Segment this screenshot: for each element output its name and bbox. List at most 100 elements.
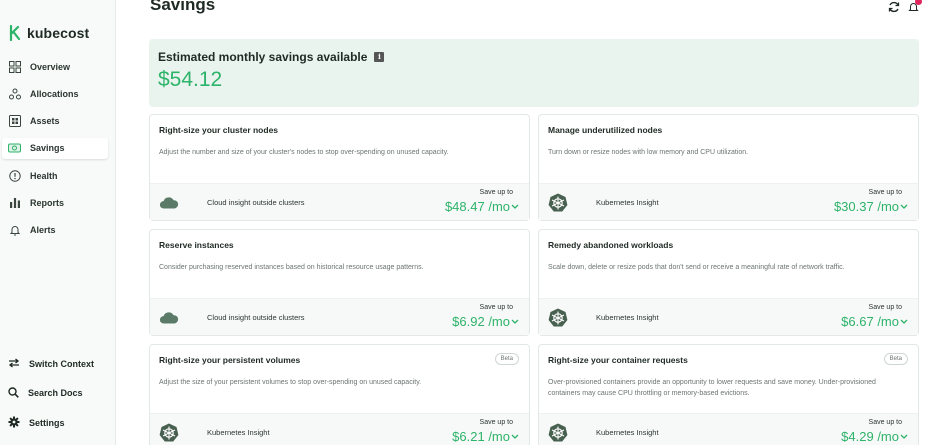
sidebar-item-health[interactable]: Health bbox=[2, 165, 108, 186]
summary-title: Estimated monthly savings available i bbox=[158, 50, 385, 64]
search-icon bbox=[8, 386, 19, 400]
search-docs-label: Search Docs bbox=[28, 388, 83, 398]
save-up-to-label: Save up to bbox=[868, 419, 902, 426]
save-up-to-label: Save up to bbox=[479, 189, 513, 196]
save-up-to-label: Save up to bbox=[479, 419, 513, 426]
sidebar-item-allocations[interactable]: Allocations bbox=[2, 83, 108, 104]
savings-value[interactable]: $6.67 /mo bbox=[841, 314, 908, 329]
sidebar: kubecost Overview Allocations Assets Sav… bbox=[0, 0, 116, 445]
sidebar-item-overview[interactable]: Overview bbox=[2, 56, 108, 77]
kubernetes-icon bbox=[548, 423, 568, 443]
page-title: Savings bbox=[150, 0, 216, 14]
card-footer: Kubernetes Insight Save up to $30.37 /mo bbox=[539, 183, 918, 220]
summary-value: $54.12 bbox=[158, 68, 223, 91]
bell-icon bbox=[8, 224, 21, 237]
insight-label: Cloud insight outside clusters bbox=[207, 198, 305, 207]
sidebar-item-reports[interactable]: Reports bbox=[2, 192, 108, 213]
savings-value-text: $6.21 /mo bbox=[452, 429, 510, 444]
card-title: Right-size your container requests bbox=[548, 355, 688, 365]
beta-badge: Beta bbox=[494, 353, 519, 365]
save-up-to-label: Save up to bbox=[868, 189, 902, 196]
cloud-icon bbox=[159, 193, 179, 213]
savings-card-cluster-nodes[interactable]: Right-size your cluster nodes Adjust the… bbox=[149, 114, 530, 221]
chevron-down-icon bbox=[900, 204, 908, 209]
card-title: Manage underutilized nodes bbox=[548, 125, 663, 135]
assets-icon bbox=[8, 115, 21, 128]
kubecost-logo[interactable]: kubecost bbox=[9, 25, 89, 41]
savings-value[interactable]: $6.21 /mo bbox=[452, 429, 519, 444]
chevron-down-icon bbox=[900, 319, 908, 324]
sidebar-item-label: Health bbox=[30, 170, 58, 181]
save-up-to-label: Save up to bbox=[868, 304, 902, 311]
card-footer: Cloud insight outside clusters Save up t… bbox=[150, 298, 529, 335]
savings-value[interactable]: $48.47 /mo bbox=[445, 199, 519, 214]
save-up-to-label: Save up to bbox=[479, 304, 513, 311]
savings-card-container-requests[interactable]: Right-size your container requests Beta … bbox=[538, 344, 919, 445]
card-description: Adjust the number and size of your clust… bbox=[159, 149, 449, 156]
sidebar-item-label: Overview bbox=[30, 61, 71, 72]
savings-value-text: $4.29 /mo bbox=[841, 429, 899, 444]
card-footer: Kubernetes Insight Save up to $6.67 /mo bbox=[539, 298, 918, 335]
gear-icon bbox=[8, 416, 20, 430]
card-title: Reserve instances bbox=[159, 240, 234, 250]
insight-label: Cloud insight outside clusters bbox=[207, 313, 305, 322]
info-icon[interactable]: i bbox=[374, 52, 385, 62]
savings-value-text: $6.67 /mo bbox=[841, 314, 899, 329]
savings-card-reserve-instances[interactable]: Reserve instances Consider purchasing re… bbox=[149, 229, 530, 336]
card-footer: Kubernetes Insight Save up to $4.29 /mo bbox=[539, 413, 918, 445]
insight-label: Kubernetes Insight bbox=[596, 198, 659, 207]
kubernetes-icon bbox=[548, 308, 568, 328]
chevron-down-icon bbox=[511, 434, 519, 439]
sidebar-item-savings[interactable]: Savings bbox=[2, 137, 108, 159]
chevron-down-icon bbox=[511, 204, 519, 209]
chevron-down-icon bbox=[900, 434, 908, 439]
sidebar-item-assets[interactable]: Assets bbox=[2, 111, 108, 132]
savings-card-persistent-volumes[interactable]: Right-size your persistent volumes Beta … bbox=[149, 344, 530, 445]
card-footer: Cloud insight outside clusters Save up t… bbox=[150, 183, 529, 220]
switch-icon bbox=[8, 357, 20, 370]
top-actions bbox=[888, 0, 922, 18]
savings-summary: Estimated monthly savings available i $5… bbox=[149, 39, 919, 107]
savings-value-text: $30.37 /mo bbox=[833, 199, 899, 214]
insight-label: Kubernetes Insight bbox=[596, 313, 659, 322]
card-description: Consider purchasing reserved instances b… bbox=[159, 264, 424, 271]
sidebar-item-label: Alerts bbox=[30, 225, 56, 236]
savings-card-abandoned-workloads[interactable]: Remedy abandoned workloads Scale down, d… bbox=[538, 229, 919, 336]
card-footer: Kubernetes Insight Save up to $6.21 /mo bbox=[150, 413, 529, 445]
card-title: Right-size your cluster nodes bbox=[159, 125, 279, 135]
summary-title-text: Estimated monthly savings available bbox=[158, 50, 368, 64]
bar-chart-icon bbox=[8, 196, 21, 209]
savings-value-text: $6.92 /mo bbox=[452, 314, 510, 329]
sidebar-item-label: Savings bbox=[30, 143, 65, 154]
main-nav: Overview Allocations Assets Savings Heal… bbox=[0, 56, 116, 247]
search-docs-button[interactable]: Search Docs bbox=[0, 383, 116, 404]
card-description: Scale down, delete or resize pods that d… bbox=[548, 264, 845, 271]
settings-button[interactable]: Settings bbox=[0, 412, 116, 433]
settings-label: Settings bbox=[29, 417, 65, 428]
kubernetes-icon bbox=[159, 423, 179, 443]
kubecost-logo-icon bbox=[9, 25, 21, 41]
notifications-icon[interactable] bbox=[908, 0, 922, 18]
savings-value[interactable]: $4.29 /mo bbox=[841, 429, 908, 444]
sidebar-item-alerts[interactable]: Alerts bbox=[2, 220, 108, 241]
card-title: Remedy abandoned workloads bbox=[548, 240, 674, 250]
nodes-icon bbox=[8, 87, 21, 100]
savings-card-underutilized-nodes[interactable]: Manage underutilized nodes Turn down or … bbox=[538, 114, 919, 221]
cloud-icon bbox=[159, 308, 179, 328]
card-description: Turn down or resize nodes with low memor… bbox=[548, 149, 749, 156]
insight-label: Kubernetes Insight bbox=[207, 428, 270, 437]
grid-icon bbox=[8, 60, 21, 73]
savings-value-text: $48.47 /mo bbox=[444, 199, 510, 214]
savings-icon bbox=[8, 142, 21, 155]
card-description: Over-provisioned containers provide an o… bbox=[548, 379, 876, 397]
card-title: Right-size your persistent volumes bbox=[159, 355, 301, 365]
switch-context-label: Switch Context bbox=[29, 358, 95, 369]
health-icon bbox=[8, 169, 21, 182]
switch-context-button[interactable]: Switch Context bbox=[0, 353, 116, 374]
sidebar-item-label: Reports bbox=[30, 197, 65, 208]
sidebar-item-label: Allocations bbox=[30, 88, 79, 99]
refresh-icon[interactable] bbox=[888, 0, 900, 18]
savings-value[interactable]: $6.92 /mo bbox=[452, 314, 519, 329]
sidebar-item-label: Assets bbox=[30, 116, 60, 127]
savings-value[interactable]: $30.37 /mo bbox=[834, 199, 908, 214]
